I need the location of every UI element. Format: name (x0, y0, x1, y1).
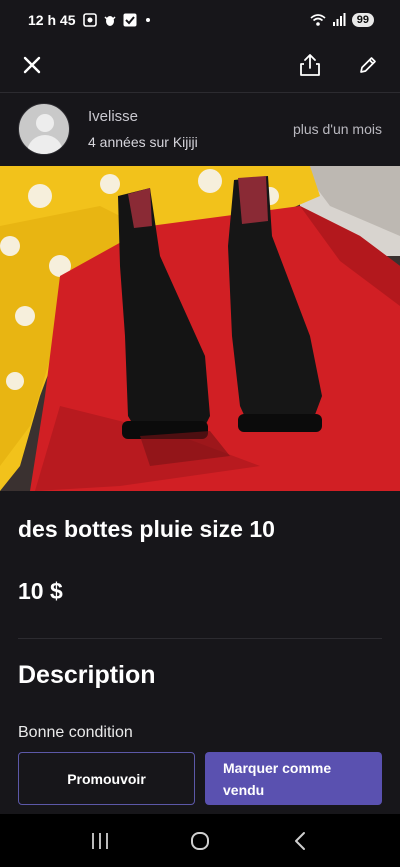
description-heading: Description (18, 661, 156, 689)
mark-sold-button[interactable]: Marquer comme vendu (205, 752, 382, 805)
listing-photo[interactable] (0, 166, 400, 491)
checkbox-icon (123, 13, 137, 27)
recents-button[interactable] (88, 829, 112, 853)
home-icon (191, 831, 209, 850)
avatar-head (36, 114, 54, 132)
seller-row[interactable]: Ivelisse 4 années sur Kijiji plus d'un m… (0, 93, 400, 165)
action-bar: Promouvoir Marquer comme vendu (0, 746, 400, 814)
notification-icons (83, 13, 153, 27)
avatar[interactable] (18, 103, 70, 155)
system-icons: 99 (310, 13, 374, 27)
seller-info: Ivelisse 4 années sur Kijiji (88, 108, 198, 150)
close-button[interactable] (20, 53, 44, 77)
screen-record-icon (83, 13, 98, 27)
seller-tenure: 4 années sur Kijiji (88, 134, 198, 150)
home-button[interactable] (188, 829, 212, 853)
back-icon (295, 831, 305, 850)
divider (18, 638, 382, 639)
back-button[interactable] (288, 829, 312, 853)
bug-icon (104, 16, 117, 26)
pencil-icon (360, 57, 376, 73)
top-toolbar (0, 40, 400, 90)
mark-sold-label-line1: Marquer comme (223, 759, 332, 776)
listing-price: 10 $ (18, 578, 63, 604)
share-button[interactable] (298, 53, 322, 77)
description-text: Bonne condition (18, 724, 133, 741)
battery-indicator: 99 (351, 13, 374, 27)
signal-icon (332, 13, 346, 26)
mark-sold-label-line2: vendu (223, 781, 265, 798)
status-time: 12 h 45 (28, 12, 76, 28)
promote-button[interactable]: Promouvoir (18, 752, 195, 805)
seller-name[interactable]: Ivelisse (88, 108, 198, 125)
avatar-body (27, 135, 63, 154)
wifi-icon (310, 14, 326, 26)
status-bar: 12 h 45 99 (0, 0, 400, 40)
system-nav-bar (0, 814, 400, 867)
posted-time: plus d'un mois (292, 121, 382, 137)
dot-icon (146, 18, 151, 22)
share-icon (300, 54, 320, 76)
edit-button[interactable] (356, 53, 380, 77)
listing-title: des bottes pluie size 10 (18, 516, 275, 542)
close-icon (23, 56, 41, 74)
mark-sold-label: Marquer comme vendu (223, 757, 331, 801)
recents-icon (92, 832, 108, 849)
